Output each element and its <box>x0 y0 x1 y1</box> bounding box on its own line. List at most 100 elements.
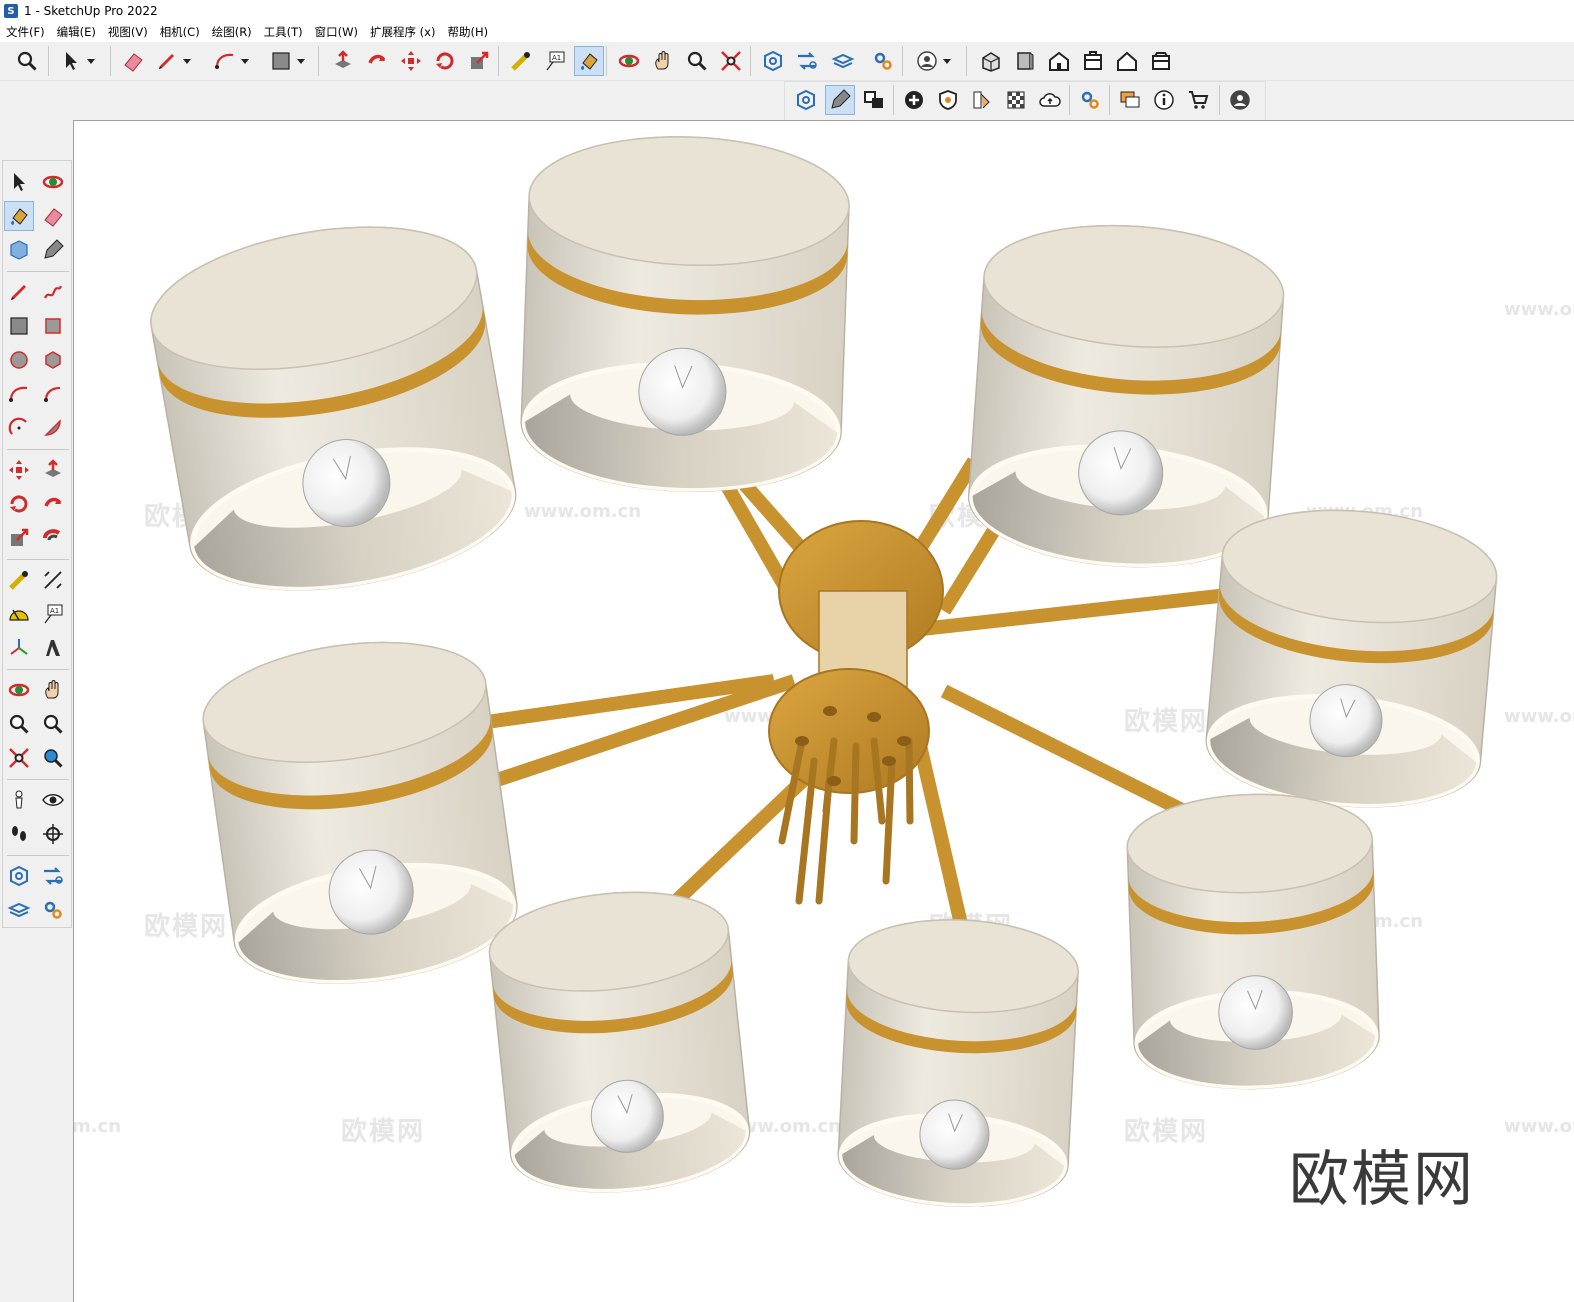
extension-warehouse-button[interactable] <box>38 861 68 891</box>
add-button[interactable] <box>899 85 929 115</box>
orbit-button[interactable] <box>38 167 68 197</box>
three-point-arc-button[interactable] <box>4 413 34 443</box>
zoom-view-button[interactable] <box>4 709 34 739</box>
cart-button[interactable] <box>1183 85 1213 115</box>
look-around-button[interactable] <box>38 785 68 815</box>
scenes-button[interactable] <box>859 85 889 115</box>
zoom-extents-button[interactable] <box>4 743 34 773</box>
zoom-extents-button[interactable] <box>716 46 746 76</box>
menu-help[interactable]: 帮助(H) <box>441 24 494 40</box>
rotate-button[interactable] <box>430 46 460 76</box>
extension-manager-button[interactable] <box>868 46 898 76</box>
warehouse-button[interactable] <box>4 861 34 891</box>
warehouse-button[interactable] <box>758 46 788 76</box>
tape-measure-button[interactable] <box>506 46 536 76</box>
move-button[interactable] <box>396 46 426 76</box>
chat-button[interactable] <box>1115 85 1145 115</box>
arc-button[interactable] <box>210 46 240 76</box>
push-pull-button[interactable] <box>38 455 68 485</box>
walk-button[interactable] <box>4 819 34 849</box>
eraser-button[interactable] <box>118 46 148 76</box>
two-point-arc-button[interactable] <box>38 379 68 409</box>
pan-button[interactable] <box>648 46 678 76</box>
rectangle-button[interactable] <box>266 46 296 76</box>
settings-button[interactable] <box>1075 85 1105 115</box>
protractor-button[interactable] <box>4 599 34 629</box>
layout-button[interactable] <box>4 895 34 925</box>
section-plane-button[interactable] <box>38 819 68 849</box>
left-view-button[interactable] <box>1146 46 1176 76</box>
styles-button[interactable] <box>967 85 997 115</box>
scale-button[interactable] <box>464 46 494 76</box>
paint-bucket-button[interactable] <box>4 201 34 231</box>
model-viewport[interactable]: 欧模网欧模网欧模网欧模网欧模网欧模网欧模网欧模网欧模网欧模网欧模网www.om.… <box>73 120 1574 1302</box>
tape-measure-button[interactable] <box>4 565 34 595</box>
rectangle-button[interactable] <box>4 311 34 341</box>
menu-tools[interactable]: 工具(T) <box>258 24 309 40</box>
top-view-button[interactable] <box>1010 46 1040 76</box>
text-button[interactable]: A1 <box>38 599 68 629</box>
extension-warehouse-button[interactable] <box>792 46 822 76</box>
move-button[interactable] <box>4 455 34 485</box>
chevron-down-icon[interactable] <box>240 46 250 76</box>
right-view-button[interactable] <box>1078 46 1108 76</box>
3d-text-button[interactable] <box>38 633 68 663</box>
solid-inspector-button[interactable] <box>933 85 963 115</box>
dimension-button[interactable] <box>38 565 68 595</box>
cloud-button[interactable] <box>1035 85 1065 115</box>
line-button[interactable] <box>4 277 34 307</box>
paint-bucket-button[interactable] <box>574 46 604 76</box>
account-button[interactable] <box>912 46 942 76</box>
select-button[interactable] <box>56 46 86 76</box>
menu-view[interactable]: 视图(V) <box>102 24 154 40</box>
polygon-button[interactable] <box>38 345 68 375</box>
profile-button[interactable] <box>1225 85 1255 115</box>
axes-button[interactable] <box>4 633 34 663</box>
chevron-down-icon[interactable] <box>86 46 96 76</box>
select-button[interactable] <box>4 167 34 197</box>
menu-window[interactable]: 窗口(W) <box>309 24 364 40</box>
rotate-button[interactable] <box>4 489 34 519</box>
toolbar-separator <box>1109 85 1110 115</box>
orbit-button[interactable] <box>614 46 644 76</box>
follow-me-button[interactable] <box>38 489 68 519</box>
position-camera-button[interactable] <box>4 785 34 815</box>
chevron-down-icon[interactable] <box>182 46 192 76</box>
zoom-tool-button[interactable] <box>682 46 712 76</box>
back-view-button[interactable] <box>1112 46 1142 76</box>
tag-button[interactable] <box>38 235 68 265</box>
front-view-button[interactable] <box>1044 46 1074 76</box>
circle-button[interactable] <box>4 345 34 375</box>
outliner-button[interactable] <box>791 85 821 115</box>
freehand-button[interactable] <box>38 277 68 307</box>
pan-view-button[interactable] <box>38 675 68 705</box>
previous-view-button[interactable] <box>38 743 68 773</box>
menu-extensions[interactable]: 扩展程序 (x) <box>364 24 441 40</box>
push-pull-button[interactable] <box>328 46 358 76</box>
materials-button[interactable] <box>1001 85 1031 115</box>
layout-send-button[interactable] <box>828 46 858 76</box>
menu-file[interactable]: 文件(F) <box>0 24 51 40</box>
tags-swap-button[interactable] <box>825 85 855 115</box>
follow-me-button[interactable] <box>362 46 392 76</box>
menu-edit[interactable]: 编辑(E) <box>51 24 102 40</box>
component-button[interactable] <box>4 235 34 265</box>
extension-manager-button[interactable] <box>38 895 68 925</box>
pie-button[interactable] <box>38 413 68 443</box>
pencil-line-button[interactable] <box>152 46 182 76</box>
info-button[interactable] <box>1149 85 1179 115</box>
scale-button[interactable] <box>4 523 34 553</box>
iso-view-button[interactable] <box>976 46 1006 76</box>
chevron-down-icon[interactable] <box>296 46 306 76</box>
zoom-window-button[interactable] <box>38 709 68 739</box>
offset-button[interactable] <box>38 523 68 553</box>
menu-camera[interactable]: 相机(C) <box>154 24 206 40</box>
text-label-button[interactable]: A1 <box>540 46 570 76</box>
zoom-button[interactable] <box>12 46 42 76</box>
rotated-rectangle-button[interactable] <box>38 311 68 341</box>
orbit-view-button[interactable] <box>4 675 34 705</box>
menu-draw[interactable]: 绘图(R) <box>206 24 258 40</box>
chevron-down-icon[interactable] <box>942 46 952 76</box>
eraser-button[interactable] <box>38 201 68 231</box>
arc-button[interactable] <box>4 379 34 409</box>
